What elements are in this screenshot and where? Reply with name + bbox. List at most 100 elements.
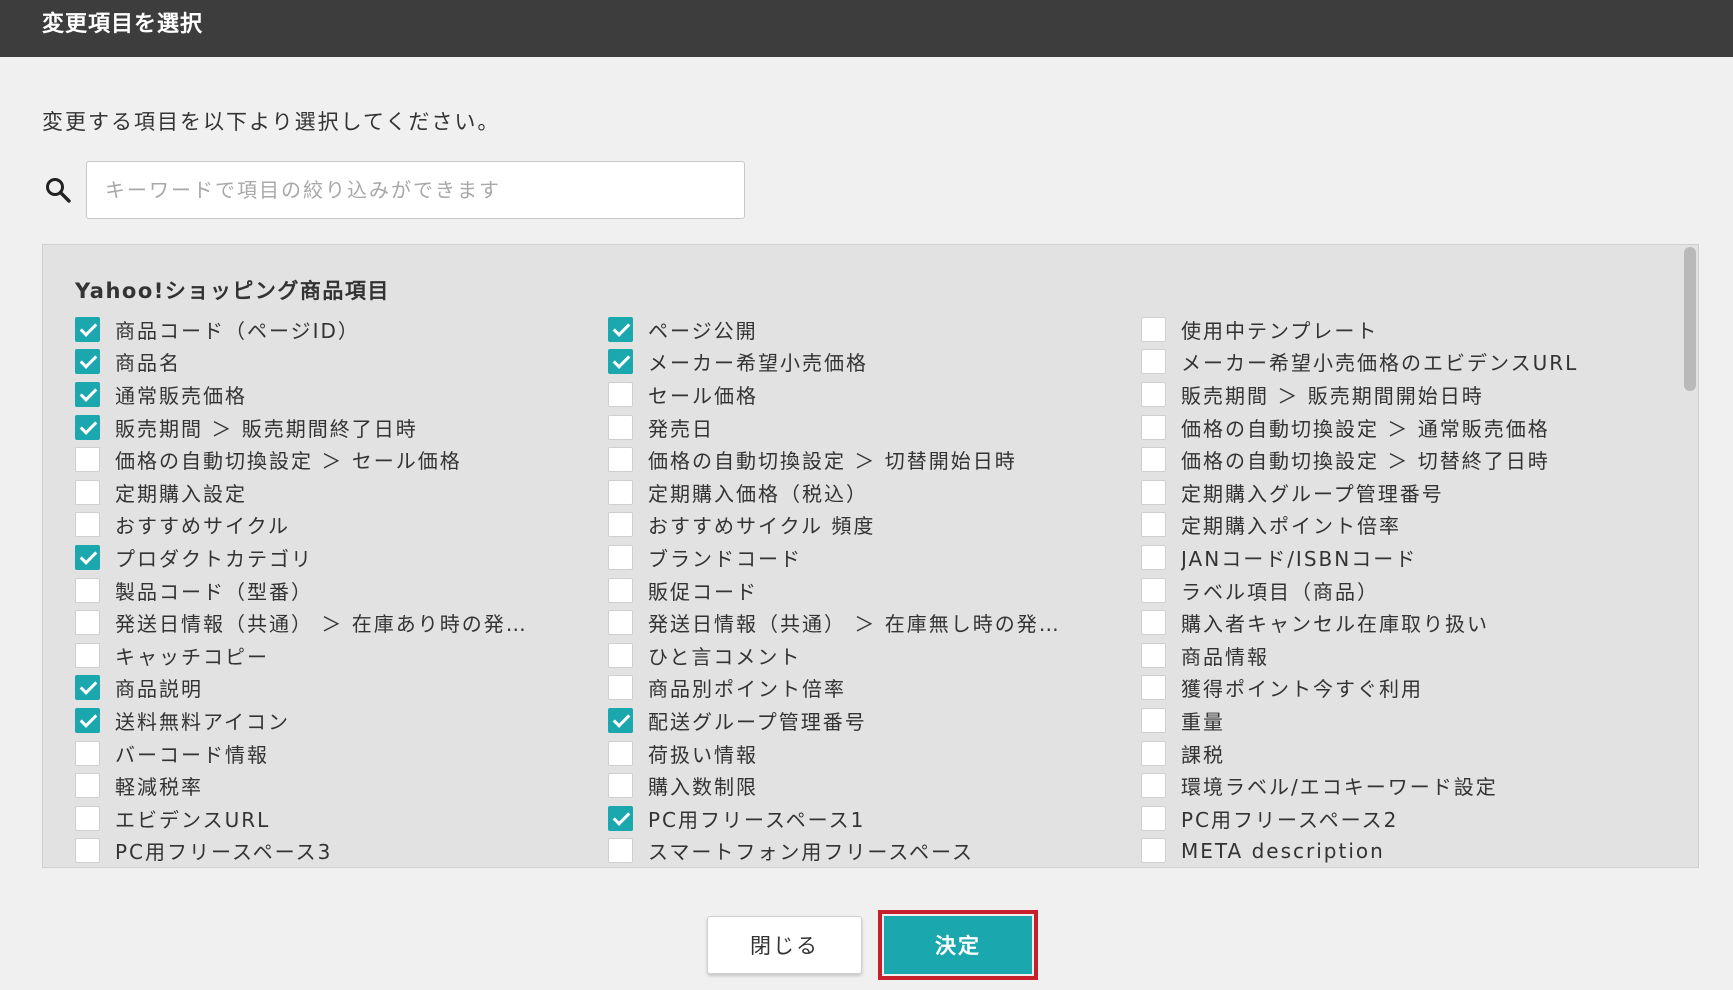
checkbox-item[interactable]: エビデンスURL [75,802,608,835]
checkbox-item[interactable]: おすすめサイクル 頻度 [608,509,1141,542]
checkbox-item[interactable]: メーカー希望小売価格のエビデンスURL [1141,346,1674,379]
decide-button[interactable]: 決定 [884,916,1032,974]
checkbox-checked[interactable] [75,544,100,570]
checkbox-unchecked[interactable] [608,544,633,570]
checkbox-unchecked[interactable] [75,838,100,864]
checkbox-unchecked[interactable] [75,577,100,603]
checkbox-unchecked[interactable] [608,577,633,603]
checkbox-item[interactable]: 送料無料アイコン [75,704,608,737]
checkbox-unchecked[interactable] [1141,577,1166,603]
checkbox-unchecked[interactable] [1141,675,1166,701]
checkbox-item[interactable]: 配送グループ管理番号 [608,704,1141,737]
checkbox-unchecked[interactable] [608,642,633,668]
checkbox-item[interactable]: META description [1141,835,1674,868]
checkbox-item[interactable]: 商品コード（ページID） [75,313,608,346]
checkbox-item[interactable]: 発送日情報（共通） ＞ 在庫あり時の発… [75,606,608,639]
checkbox-item[interactable]: 定期購入ポイント倍率 [1141,509,1674,542]
checkbox-unchecked[interactable] [75,805,100,831]
checkbox-item[interactable]: 荷扱い情報 [608,737,1141,770]
checkbox-item[interactable]: 環境ラベル/エコキーワード設定 [1141,769,1674,802]
checkbox-unchecked[interactable] [608,740,633,766]
scrollbar-thumb[interactable] [1684,247,1696,391]
checkbox-unchecked[interactable] [1141,349,1166,375]
checkbox-item[interactable]: 定期購入設定 [75,476,608,509]
checkbox-checked[interactable] [608,805,633,831]
checkbox-item[interactable]: 購入者キャンセル在庫取り扱い [1141,606,1674,639]
checkbox-unchecked[interactable] [608,838,633,864]
search-input[interactable] [86,161,745,219]
checkbox-unchecked[interactable] [1141,447,1166,473]
checkbox-unchecked[interactable] [75,740,100,766]
checkbox-item[interactable]: JANコード/ISBNコード [1141,541,1674,574]
checkbox-unchecked[interactable] [608,414,633,440]
checkbox-unchecked[interactable] [608,447,633,473]
checkbox-item[interactable]: ひと言コメント [608,639,1141,672]
checkbox-item[interactable]: 商品情報 [1141,639,1674,672]
checkbox-unchecked[interactable] [608,773,633,799]
checkbox-item[interactable]: PC用フリースペース2 [1141,802,1674,835]
checkbox-checked[interactable] [75,675,100,701]
checkbox-unchecked[interactable] [1141,381,1166,407]
checkbox-checked[interactable] [75,414,100,440]
checkbox-item[interactable]: 通常販売価格 [75,378,608,411]
checkbox-item[interactable]: スマートフォン用フリースペース [608,835,1141,868]
checkbox-unchecked[interactable] [1141,544,1166,570]
checkbox-item[interactable]: ページ公開 [608,313,1141,346]
checkbox-item[interactable]: 軽減税率 [75,769,608,802]
checkbox-unchecked[interactable] [1141,773,1166,799]
checkbox-item[interactable]: 獲得ポイント今すぐ利用 [1141,672,1674,705]
checkbox-item[interactable]: 商品名 [75,346,608,379]
checkbox-checked[interactable] [75,316,100,342]
checkbox-item[interactable]: 商品別ポイント倍率 [608,672,1141,705]
checkbox-item[interactable]: 製品コード（型番） [75,574,608,607]
checkbox-item[interactable]: バーコード情報 [75,737,608,770]
checkbox-item[interactable]: セール価格 [608,378,1141,411]
checkbox-item[interactable]: 商品説明 [75,672,608,705]
checkbox-unchecked[interactable] [1141,805,1166,831]
checkbox-item[interactable]: 販売期間 ＞ 販売期間終了日時 [75,411,608,444]
checkbox-item[interactable]: 発送日情報（共通） ＞ 在庫無し時の発… [608,606,1141,639]
checkbox-unchecked[interactable] [1141,838,1166,864]
checkbox-checked[interactable] [608,316,633,342]
checkbox-item[interactable]: 販促コード [608,574,1141,607]
checkbox-unchecked[interactable] [75,512,100,538]
checkbox-unchecked[interactable] [608,381,633,407]
checkbox-checked[interactable] [75,707,100,733]
checkbox-item[interactable]: ラベル項目（商品） [1141,574,1674,607]
checkbox-checked[interactable] [608,707,633,733]
checkbox-item[interactable]: キャッチコピー [75,639,608,672]
checkbox-item[interactable]: 課税 [1141,737,1674,770]
checkbox-unchecked[interactable] [608,675,633,701]
checkbox-item[interactable]: 価格の自動切換設定 ＞ 切替開始日時 [608,443,1141,476]
checkbox-item[interactable]: 価格の自動切換設定 ＞ 切替終了日時 [1141,443,1674,476]
checkbox-unchecked[interactable] [1141,740,1166,766]
checkbox-item[interactable]: 購入数制限 [608,769,1141,802]
checkbox-unchecked[interactable] [1141,316,1166,342]
checkbox-item[interactable]: PC用フリースペース3 [75,835,608,868]
checkbox-item[interactable]: 販売期間 ＞ 販売期間開始日時 [1141,378,1674,411]
checkbox-unchecked[interactable] [1141,642,1166,668]
checkbox-item[interactable]: 価格の自動切換設定 ＞ 通常販売価格 [1141,411,1674,444]
checkbox-unchecked[interactable] [75,479,100,505]
checkbox-item[interactable]: ブランドコード [608,541,1141,574]
checkbox-unchecked[interactable] [1141,610,1166,636]
checkbox-item[interactable]: PC用フリースペース1 [608,802,1141,835]
checkbox-item[interactable]: プロダクトカテゴリ [75,541,608,574]
checkbox-unchecked[interactable] [608,512,633,538]
checkbox-checked[interactable] [608,349,633,375]
checkbox-item[interactable]: メーカー希望小売価格 [608,346,1141,379]
checkbox-unchecked[interactable] [608,610,633,636]
checkbox-unchecked[interactable] [1141,414,1166,440]
checkbox-checked[interactable] [75,349,100,375]
checkbox-item[interactable]: 重量 [1141,704,1674,737]
checkbox-item[interactable]: 使用中テンプレート [1141,313,1674,346]
checkbox-item[interactable]: 価格の自動切換設定 ＞ セール価格 [75,443,608,476]
checkbox-unchecked[interactable] [75,773,100,799]
checkbox-unchecked[interactable] [1141,707,1166,733]
checkbox-item[interactable]: 発売日 [608,411,1141,444]
checkbox-unchecked[interactable] [1141,512,1166,538]
checkbox-unchecked[interactable] [608,479,633,505]
item-list-panel[interactable]: Yahoo!ショッピング商品項目 商品コード（ページID） ページ公開 使用中テンプ… [42,244,1699,868]
checkbox-checked[interactable] [75,381,100,407]
checkbox-item[interactable]: 定期購入グループ管理番号 [1141,476,1674,509]
